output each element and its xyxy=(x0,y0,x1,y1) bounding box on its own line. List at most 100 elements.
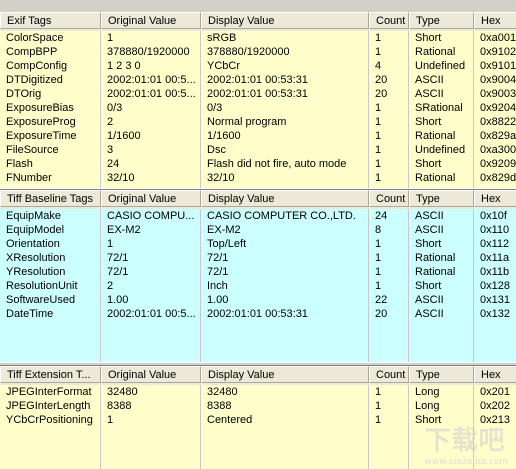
exif-count-column-header[interactable]: Count xyxy=(369,12,409,29)
display-value-cell: Normal program xyxy=(207,116,287,128)
table-row[interactable]: JPEGInterFormat 32480 32480 1 Long 0x201 xyxy=(0,385,516,399)
ext-tag-column-header[interactable]: Tiff Extension T... xyxy=(0,366,101,383)
original-value-cell: 1 xyxy=(107,238,114,250)
count-cell: 20 xyxy=(375,88,388,100)
table-row[interactable]: DateTime 2002:01:01 00:5... 2002:01:01 00:… xyxy=(0,307,516,321)
original-value-cell: 32480 xyxy=(107,386,138,398)
tag-cell: DTDigitized xyxy=(6,74,63,86)
hex-cell: 0x112 xyxy=(480,238,510,250)
table-row[interactable]: ExposureProg 2 Normal program 1 Short 0x8822 xyxy=(0,115,516,129)
tiff-tag-column-header[interactable]: Tiff Baseline Tags xyxy=(0,190,101,207)
tiff-display-value-column-header[interactable]: Display Value xyxy=(201,190,369,207)
tag-cell: XResolution xyxy=(6,252,66,264)
table-row[interactable]: DTDigitized 2002:01:01 00:5... 2002:01:01 … xyxy=(0,73,516,87)
count-cell: 1 xyxy=(375,130,382,142)
ext-hex-column-header[interactable]: Hex xyxy=(474,366,516,383)
original-value-cell: 24 xyxy=(107,158,120,170)
type-cell: ASCII xyxy=(415,294,444,306)
exif-original-value-column-header[interactable]: Original Value xyxy=(101,12,201,29)
original-value-cell: 2002:01:01 00:5... xyxy=(107,308,196,320)
tag-cell: EquipModel xyxy=(6,224,65,236)
tag-cell: DateTime xyxy=(6,308,54,320)
exif-display-value-column-header[interactable]: Display Value xyxy=(201,12,369,29)
count-cell: 22 xyxy=(375,294,388,306)
hex-cell: 0x9004 xyxy=(480,74,516,86)
type-cell: Rational xyxy=(415,130,456,142)
type-cell: Undefined xyxy=(415,144,466,156)
table-row[interactable]: YResolution 72/1 72/1 1 Rational 0x11b xyxy=(0,265,516,279)
table-row[interactable]: ExposureTime 1/1600 1/1600 1 Rational 0x829a xyxy=(0,129,516,143)
count-cell: 24 xyxy=(375,210,388,222)
type-cell: Rational xyxy=(415,266,456,278)
tiff-count-column-header[interactable]: Count xyxy=(369,190,409,207)
tag-cell: ResolutionUnit xyxy=(6,280,78,292)
tag-cell: CompBPP xyxy=(6,46,58,58)
table-row[interactable]: JPEGInterLength 8388 8388 1 Long 0x202 xyxy=(0,399,516,413)
type-cell: Short xyxy=(415,158,442,170)
type-cell: Rational xyxy=(415,252,456,264)
display-value-cell: 8388 xyxy=(207,400,232,412)
type-cell: SRational xyxy=(415,102,463,114)
exif-tag-column-header[interactable]: Exif Tags xyxy=(0,12,101,29)
original-value-cell: 3 xyxy=(107,144,114,156)
display-value-cell: Flash did not fire, auto mode xyxy=(207,158,347,170)
display-value-cell: YCbCr xyxy=(207,60,241,72)
table-row[interactable]: SoftwareUsed 1.00 1.00 22 ASCII 0x131 xyxy=(0,293,516,307)
display-value-cell: 32/10 xyxy=(207,172,235,184)
table-row[interactable]: ColorSpace 1 sRGB 1 Short 0xa001 xyxy=(0,31,516,45)
table-row[interactable]: Orientation 1 Top/Left 1 Short 0x112 xyxy=(0,237,516,251)
tag-cell: ExposureProg xyxy=(6,116,76,128)
tiff-original-value-column-header[interactable]: Original Value xyxy=(101,190,201,207)
hex-cell: 0xa001 xyxy=(480,32,516,44)
tag-cell: YResolution xyxy=(6,266,66,278)
table-row[interactable]: FNumber 32/10 32/10 1 Rational 0x829d xyxy=(0,171,516,185)
exif-header: Exif Tags Original Value Display Value Coun… xyxy=(0,12,516,31)
ext-type-column-header[interactable]: Type xyxy=(409,366,474,383)
exif-hex-column-header[interactable]: Hex xyxy=(474,12,516,29)
tiff-hex-column-header[interactable]: Hex xyxy=(474,190,516,207)
tiff-table: Tiff Baseline Tags Original Value Display … xyxy=(0,190,516,362)
type-cell: ASCII xyxy=(415,88,444,100)
table-row[interactable]: EquipModel EX-M2 EX-M2 8 ASCII 0x110 xyxy=(0,223,516,237)
display-value-cell: 1.00 xyxy=(207,294,229,306)
ext-count-column-header[interactable]: Count xyxy=(369,366,409,383)
watermark-logo: 下载吧 xyxy=(424,426,506,456)
table-row[interactable]: CompBPP 378880/1920000 378880/1920000 1 Rati… xyxy=(0,45,516,59)
ext-original-value-column-header[interactable]: Original Value xyxy=(101,366,201,383)
display-value-cell: 378880/1920000 xyxy=(207,46,290,58)
count-cell: 1 xyxy=(375,116,382,128)
original-value-cell: 2002:01:01 00:5... xyxy=(107,74,196,86)
ext-display-value-column-header[interactable]: Display Value xyxy=(201,366,369,383)
tag-cell: FileSource xyxy=(6,144,59,156)
display-value-cell: Inch xyxy=(207,280,228,292)
count-cell: 1 xyxy=(375,102,382,114)
table-row[interactable]: FileSource 3 Dsc 1 Undefined 0xa300 xyxy=(0,143,516,157)
type-cell: Short xyxy=(415,32,442,44)
tiff-type-column-header[interactable]: Type xyxy=(409,190,474,207)
count-cell: 4 xyxy=(375,60,382,72)
count-cell: 1 xyxy=(375,32,382,44)
original-value-cell: 1 xyxy=(107,32,114,44)
hex-cell: 0x201 xyxy=(480,386,510,398)
table-row[interactable]: XResolution 72/1 72/1 1 Rational 0x11a xyxy=(0,251,516,265)
table-row[interactable]: DTOrig 2002:01:01 00:5... 2002:01:01 00:53… xyxy=(0,87,516,101)
table-row[interactable]: CompConfig 1 2 3 0 YCbCr 4 Undefined 0x9101 xyxy=(0,59,516,73)
original-value-cell: 2 xyxy=(107,280,114,292)
type-cell: ASCII xyxy=(415,308,444,320)
count-cell: 1 xyxy=(375,266,382,278)
table-row[interactable]: EquipMake CASIO COMPU... CASIO COMPUTER CO… xyxy=(0,209,516,223)
table-row[interactable]: ResolutionUnit 2 Inch 1 Short 0x128 xyxy=(0,279,516,293)
display-value-cell: Dsc xyxy=(207,144,226,156)
hex-cell: 0x128 xyxy=(480,280,510,292)
exif-type-column-header[interactable]: Type xyxy=(409,12,474,29)
hex-cell: 0x829a xyxy=(480,130,516,142)
exif-table: Exif Tags Original Value Display Value Coun… xyxy=(0,12,516,188)
type-cell: ASCII xyxy=(415,210,444,222)
table-row[interactable]: Flash 24 Flash did not fire, auto mode 1 Sho… xyxy=(0,157,516,171)
count-cell: 20 xyxy=(375,74,388,86)
type-cell: Short xyxy=(415,280,442,292)
tag-cell: JPEGInterLength xyxy=(6,400,91,412)
table-row[interactable]: ExposureBias 0/3 0/3 1 SRational 0x9204 xyxy=(0,101,516,115)
type-cell: ASCII xyxy=(415,224,444,236)
hex-cell: 0x8822 xyxy=(480,116,516,128)
